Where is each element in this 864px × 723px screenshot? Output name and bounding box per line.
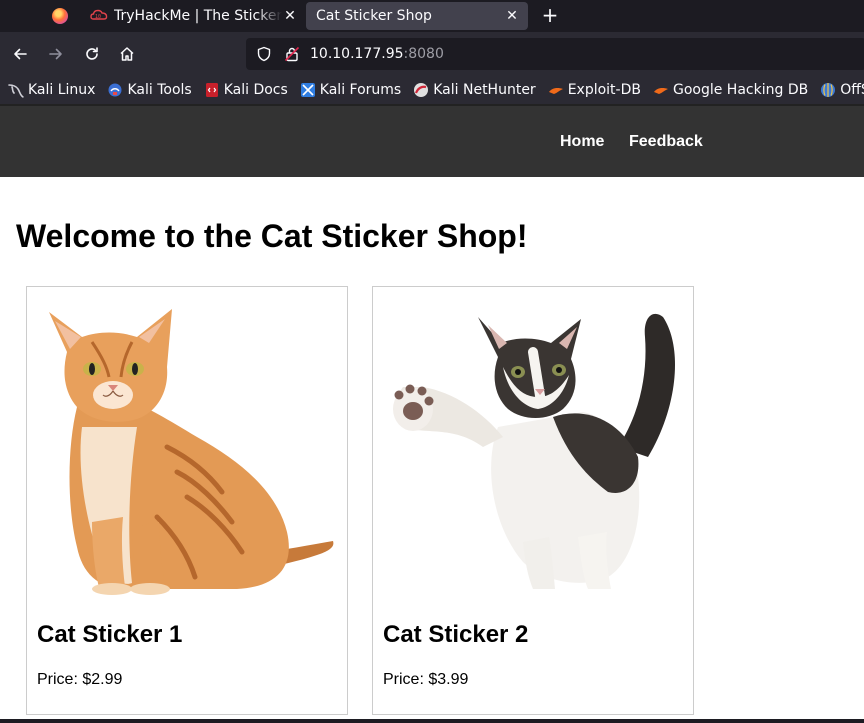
exploit-db-icon — [548, 88, 563, 94]
nav-home-link[interactable]: Home — [560, 133, 604, 151]
url-text[interactable]: 10.10.177.95:8080 — [310, 46, 444, 62]
kali-forums-icon — [300, 83, 315, 97]
svg-text:10: 10 — [95, 14, 101, 20]
forward-button[interactable] — [44, 42, 68, 66]
new-tab-button[interactable]: + — [540, 2, 560, 30]
home-button[interactable] — [115, 42, 139, 66]
tab-strip: 10 TryHackMe | The Sticker Shop ✕ Cat St… — [0, 0, 864, 32]
firefox-icon — [52, 8, 68, 24]
ghdb-icon — [653, 88, 668, 94]
bookmark-kali-docs[interactable]: Kali Docs — [204, 82, 288, 98]
page-title: Welcome to the Cat Sticker Shop! — [16, 218, 528, 254]
home-icon — [120, 47, 134, 61]
bookmark-label: OffSec — [840, 82, 864, 98]
product-card: Cat Sticker 1 Price: $2.99 — [26, 286, 348, 715]
bookmark-label: Google Hacking DB — [672, 82, 809, 98]
plus-icon: + — [541, 3, 559, 27]
insecure-lock-icon[interactable] — [284, 46, 300, 62]
tab-title: TryHackMe | The Sticker Shop — [114, 8, 282, 24]
url-host: 10.10.177.95 — [310, 46, 404, 62]
kali-tools-icon — [108, 83, 122, 97]
back-button[interactable] — [8, 42, 32, 66]
bookmark-label: Kali Docs — [223, 82, 288, 98]
shield-icon[interactable] — [256, 46, 272, 62]
window-bottom-edge — [0, 719, 864, 723]
reload-icon — [86, 47, 98, 60]
site-header: Home Feedback — [0, 104, 864, 177]
close-icon[interactable]: ✕ — [282, 8, 298, 24]
orange-tabby-cat-image — [37, 297, 337, 597]
offsec-icon — [821, 83, 836, 97]
bookmark-label: Kali Forums — [319, 82, 402, 98]
kali-docs-icon — [205, 83, 218, 97]
bookmark-exploit-db[interactable]: Exploit-DB — [548, 82, 641, 98]
forward-arrow-icon — [49, 48, 62, 60]
bookmark-label: Exploit-DB — [567, 82, 641, 98]
page-viewport: Home Feedback Welcome to the Cat Sticker… — [0, 104, 864, 723]
bookmark-offsec[interactable]: OffSec — [820, 82, 864, 98]
tab-tryhackme[interactable]: 10 TryHackMe | The Sticker Shop ✕ — [84, 2, 304, 30]
back-arrow-icon — [14, 48, 27, 60]
product-title: Cat Sticker 2 — [383, 621, 529, 648]
close-icon[interactable]: ✕ — [504, 8, 520, 24]
product-title: Cat Sticker 1 — [37, 621, 183, 648]
kali-dragon-icon — [8, 84, 24, 98]
tryhackme-icon: 10 — [90, 9, 108, 23]
tab-cat-sticker-shop[interactable]: Cat Sticker Shop ✕ — [306, 2, 528, 30]
bookmark-label: Kali Linux — [28, 82, 96, 98]
bookmark-kali-tools[interactable]: Kali Tools — [107, 82, 192, 98]
bookmark-label: Kali NetHunter — [433, 82, 536, 98]
bookmark-kali-nethunter[interactable]: Kali NetHunter — [413, 82, 536, 98]
bookmarks-toolbar: Kali Linux Kali Tools Kali Docs Kali For… — [0, 76, 864, 104]
product-price: Price: $2.99 — [37, 671, 123, 688]
nethunter-icon — [414, 83, 429, 97]
product-price: Price: $3.99 — [383, 671, 469, 688]
address-bar[interactable]: 10.10.177.95:8080 — [246, 38, 864, 70]
url-port: :8080 — [403, 46, 444, 62]
tab-title: Cat Sticker Shop — [316, 8, 432, 24]
bookmark-kali-forums[interactable]: Kali Forums — [300, 82, 401, 98]
nav-feedback-link[interactable]: Feedback — [629, 133, 703, 151]
calico-kitten-waving-image — [383, 297, 683, 597]
bookmark-label: Kali Tools — [127, 82, 192, 98]
reload-button[interactable] — [80, 42, 104, 66]
firefox-view-button[interactable] — [40, 2, 80, 30]
product-card: Cat Sticker 2 Price: $3.99 — [372, 286, 694, 715]
bookmark-kali-linux[interactable]: Kali Linux — [8, 82, 95, 98]
bookmark-google-hacking-db[interactable]: Google Hacking DB — [653, 82, 808, 98]
